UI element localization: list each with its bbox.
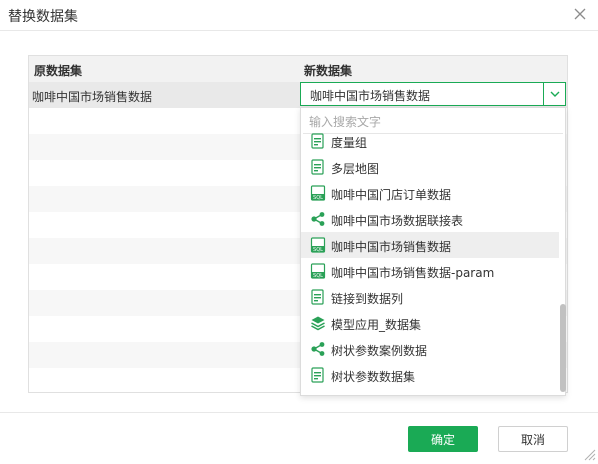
dataset-option[interactable]: 树状参数案例数据 bbox=[301, 336, 559, 362]
dataset-option-label: 链接到数据列 bbox=[331, 292, 404, 306]
dataset-option[interactable]: SQL 咖啡中国市场销售数据-param bbox=[301, 258, 559, 284]
confirm-button[interactable]: 确定 bbox=[408, 426, 478, 452]
replace-dataset-dialog: 替换数据集 原数据集 新数据集 咖啡中国市场销售数据 咖啡中国市场销售数据 输入… bbox=[0, 0, 598, 464]
dataset-option-label: 咖啡中国市场销售数据-param bbox=[331, 266, 495, 280]
dialog-title: 替换数据集 bbox=[8, 9, 78, 25]
sql-dataset-icon: SQL bbox=[310, 237, 326, 253]
dataset-icon bbox=[310, 367, 326, 383]
column-header-new: 新数据集 bbox=[304, 64, 353, 78]
dataset-option[interactable]: 模型应用_数据集 bbox=[301, 310, 559, 336]
original-dataset-cell: 咖啡中国市场销售数据 bbox=[32, 90, 153, 104]
dataset-option-label: 咖啡中国门店订单数据 bbox=[331, 188, 452, 202]
dataset-option-label: 树状参数案例数据 bbox=[331, 344, 428, 358]
resize-handle-icon[interactable] bbox=[582, 447, 596, 461]
dataset-option-selected[interactable]: SQL 咖啡中国市场销售数据 bbox=[301, 232, 559, 258]
new-dataset-select[interactable]: 咖啡中国市场销售数据 bbox=[300, 82, 566, 106]
dataset-icon bbox=[310, 159, 326, 175]
dataset-option[interactable]: 链接到数据列 bbox=[301, 284, 559, 310]
svg-text:SQL: SQL bbox=[313, 195, 323, 201]
dataset-option[interactable]: 多层地图 bbox=[301, 154, 559, 180]
scrollbar-thumb[interactable] bbox=[560, 304, 566, 392]
join-dataset-icon bbox=[310, 341, 326, 357]
dataset-list: 度量组 多层地图 SQL 咖啡中国门店订单数据 咖啡中国市场数据联接表 SQL … bbox=[301, 128, 559, 396]
dataset-option[interactable]: 树状参数数据集 bbox=[301, 362, 559, 388]
close-icon[interactable] bbox=[572, 6, 588, 22]
model-dataset-icon bbox=[310, 315, 326, 331]
cancel-button[interactable]: 取消 bbox=[498, 426, 568, 452]
dataset-option-label: 模型应用_数据集 bbox=[331, 318, 422, 332]
dataset-option-label: 树状参数数据集 bbox=[331, 370, 416, 384]
dataset-icon bbox=[310, 289, 326, 305]
dataset-option-label: 度量组 bbox=[331, 136, 368, 150]
dataset-option[interactable]: SQL 咖啡中国门店订单数据 bbox=[301, 180, 559, 206]
dialog-footer: 确定 取消 bbox=[0, 412, 598, 464]
dataset-option[interactable]: 度量组 bbox=[301, 128, 559, 154]
sql-dataset-icon: SQL bbox=[310, 263, 326, 279]
chevron-down-icon[interactable] bbox=[543, 83, 565, 105]
dataset-option-label: 咖啡中国市场数据联接表 bbox=[331, 214, 464, 228]
dataset-dropdown: 度量组 多层地图 SQL 咖啡中国门店订单数据 咖啡中国市场数据联接表 bbox=[300, 107, 566, 396]
dataset-option[interactable]: 咖啡中国市场数据联接表 bbox=[301, 206, 559, 232]
dataset-option-label: 咖啡中国市场销售数据 bbox=[331, 240, 452, 254]
join-dataset-icon bbox=[310, 211, 326, 227]
table-header: 原数据集 新数据集 bbox=[29, 56, 567, 82]
svg-text:SQL: SQL bbox=[313, 247, 323, 253]
dataset-option-label: 多层地图 bbox=[331, 162, 380, 176]
svg-text:SQL: SQL bbox=[313, 273, 323, 279]
dialog-header: 替换数据集 bbox=[0, 0, 598, 31]
new-dataset-select-value: 咖啡中国市场销售数据 bbox=[310, 89, 431, 103]
dataset-icon bbox=[310, 133, 326, 149]
sql-dataset-icon: SQL bbox=[310, 185, 326, 201]
column-header-original: 原数据集 bbox=[34, 64, 83, 78]
dropdown-scrollbar[interactable] bbox=[559, 128, 567, 396]
